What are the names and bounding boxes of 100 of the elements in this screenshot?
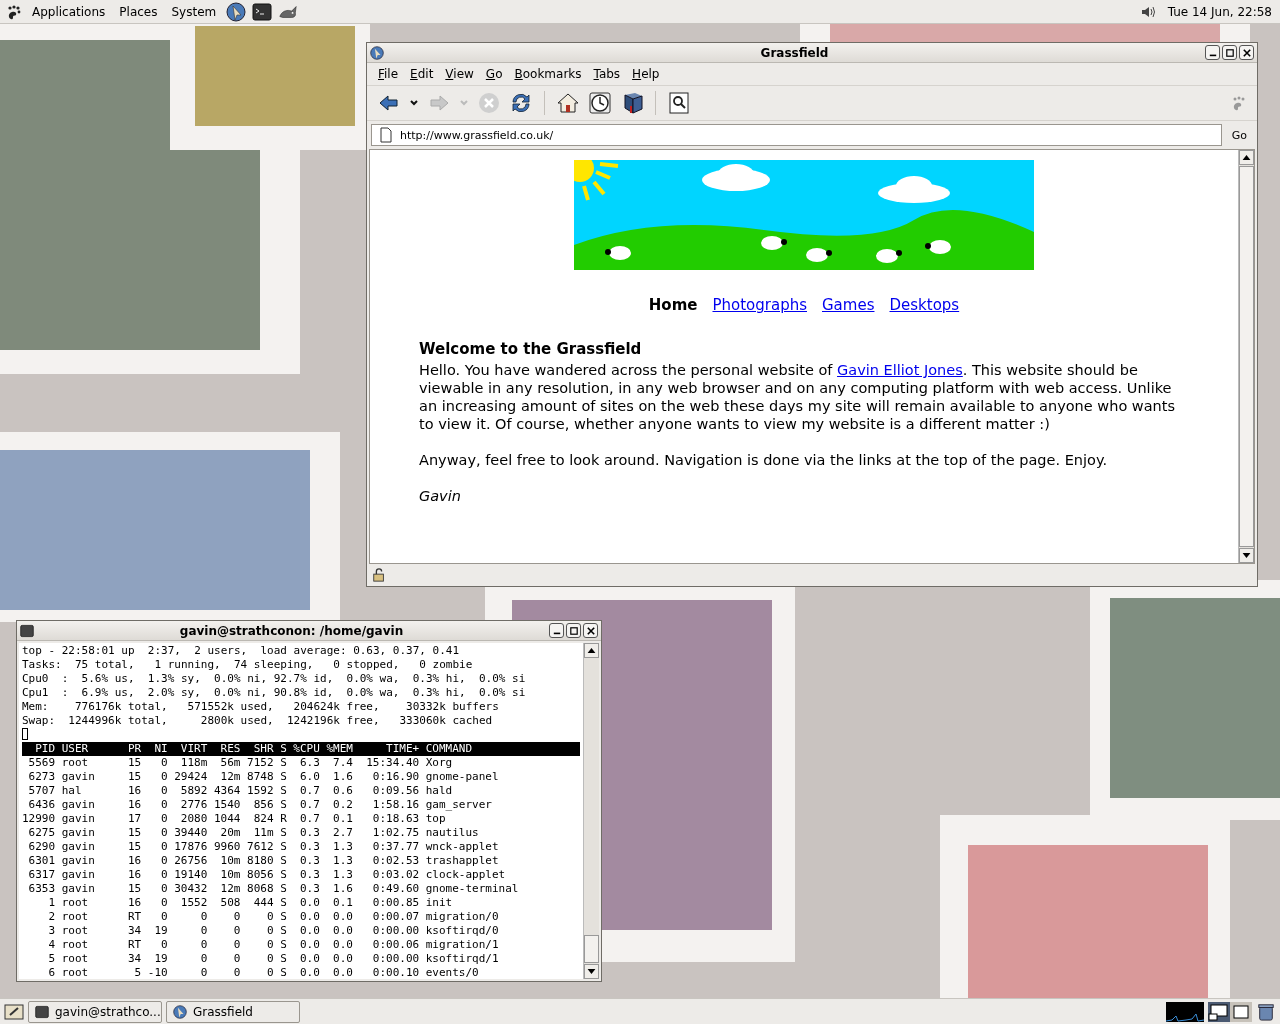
close-button[interactable] [583, 623, 598, 638]
table-cell-text: 10m [219, 868, 241, 882]
table-cell-text: 824 [252, 812, 274, 826]
terminal-line: Cpu1 : 6.9% us, 2.0% sy, 0.0% ni, 90.8% id, 0.0% wa, 0.3% hi, 0.0% si [22, 686, 527, 700]
table-cell-text: gavin [61, 826, 96, 840]
menu-item[interactable]: Edit [405, 67, 439, 81]
workspace-switcher-drawing[interactable] [1208, 1001, 1252, 1022]
table-cell-text: 0.0 [298, 910, 320, 924]
panel-menu[interactable]: System [167, 4, 221, 19]
menu-item[interactable]: Bookmarks [509, 67, 587, 81]
table-cell-text: root [61, 966, 90, 979]
table-cell: S [280, 896, 287, 910]
maximize-button[interactable] [1222, 45, 1237, 60]
table-cell: 19140 [174, 868, 208, 882]
maximize-button[interactable] [566, 623, 581, 638]
terminal-icon[interactable] [20, 623, 34, 638]
table-cell-text: 0.3 [298, 854, 320, 868]
table-cell-text: 0:00.07 [371, 910, 420, 924]
table-cell-text: 0 [232, 910, 241, 924]
go-button[interactable]: Go [1225, 126, 1253, 144]
table-cell-text: ksoftirqd/1 [425, 952, 500, 966]
table-cell-text: migration/0 [425, 910, 500, 924]
table-cell: S [280, 756, 287, 770]
clock[interactable]: Tue 14 Jun, 22:58 [1161, 4, 1274, 19]
table-cell-text: 0 [160, 756, 168, 770]
table-cell-text: 0 [160, 770, 168, 784]
table-cell-text: 856 [252, 798, 274, 812]
globe-icon[interactable] [226, 1, 247, 22]
table-cell-text: 0 [199, 910, 208, 924]
table-cell-text: 0.3 [298, 826, 320, 840]
panel-menu[interactable]: Places [115, 4, 162, 19]
table-cell-text: 0.0 [332, 924, 353, 938]
url-field[interactable]: http://www.grassfield.co.uk/ [371, 124, 1222, 146]
show-desktop-icon[interactable] [4, 1002, 24, 1021]
foot-icon[interactable] [6, 3, 22, 20]
table-cell-text: 0.7 [298, 798, 320, 812]
caret-icon[interactable] [409, 98, 419, 108]
menu-item[interactable]: Go [480, 67, 508, 81]
menu-item[interactable]: View [440, 67, 479, 81]
table-cell-text: 0 [265, 910, 274, 924]
terminal-line: Cpu0 : 5.6% us, 1.3% sy, 0.0% ni, 92.7% id, 0.0% wa, 0.3% hi, 0.0% si [22, 672, 527, 686]
nav-link[interactable]: Desktops [889, 296, 960, 314]
table-cell-text: wnck-applet [425, 840, 500, 854]
table-cell-text: 0 [160, 840, 168, 854]
panel-menu[interactable]: Applications [28, 4, 110, 19]
magnifier-page-icon[interactable] [667, 91, 691, 115]
nav-link[interactable]: Photographs [712, 296, 807, 314]
home-icon[interactable] [556, 91, 580, 115]
table-cell-text: 5569 [27, 756, 56, 770]
table-cell-text: 0 [265, 938, 274, 952]
table-cell-text: 0:49.60 [371, 882, 420, 896]
table-cell-text: 0.0 [298, 938, 320, 952]
table-cell-text: 0.0 [298, 896, 320, 910]
table-cell-text: 0.1 [332, 896, 353, 910]
column-header: VIRT [179, 742, 208, 756]
menu-item[interactable]: Tabs [588, 67, 626, 81]
globe-icon[interactable] [370, 45, 384, 60]
table-cell-text: 1.6 [332, 770, 353, 784]
column-header: RES [219, 742, 241, 756]
reload-icon[interactable] [509, 91, 533, 115]
table-cell: S [280, 924, 287, 938]
table-cell-text: 0:00.06 [371, 938, 420, 952]
nav-link[interactable]: Home [648, 296, 698, 314]
table-cell-text: 6273 [27, 770, 56, 784]
cpu-graph-drawing[interactable] [1166, 1001, 1204, 1022]
table-cell-text: gavin [61, 868, 96, 882]
nav-link[interactable]: Games [822, 296, 875, 314]
minimize-button[interactable] [549, 623, 564, 638]
minimize-button[interactable] [1205, 45, 1220, 60]
close-button[interactable] [1239, 45, 1254, 60]
table-cell-text: 16 [126, 896, 142, 910]
trash-icon[interactable] [1256, 1002, 1276, 1021]
scrollbar[interactable] [583, 643, 599, 979]
table-cell-text: 0:00.00 [371, 952, 420, 966]
table-cell-text: 0 [199, 924, 208, 938]
author-link[interactable]: Gavin Elliot Jones [837, 362, 963, 378]
table-cell-text: gavin [61, 882, 96, 896]
taskbar-button[interactable]: gavin@strathco... [28, 1000, 162, 1023]
padlock-icon[interactable] [372, 568, 386, 582]
table-cell-text: 16 [126, 854, 142, 868]
table-cell: S [280, 784, 287, 798]
table-cell-text: 0.3 [298, 840, 320, 854]
taskbar-button[interactable]: Grassfield [166, 1000, 300, 1023]
terminal-icon[interactable] [252, 1, 273, 22]
menu-item[interactable]: File [373, 67, 404, 81]
table-cell-text: init [425, 896, 454, 910]
clock-icon[interactable] [588, 91, 612, 115]
scrollbar-thumb[interactable] [584, 935, 599, 963]
table-cell-text: 1:02.75 [371, 826, 420, 840]
menu-item[interactable]: Help [627, 67, 665, 81]
table-cell-text: 0 [199, 966, 208, 979]
table-cell-text: 0 [232, 938, 241, 952]
table-cell-text: 15 [126, 770, 142, 784]
table-cell-text: 34 [126, 924, 142, 938]
table-cell-text: 56m [219, 756, 241, 770]
table-cell-text: 0 [160, 826, 168, 840]
table-cell-text: 12m [219, 770, 241, 784]
table-cell-text: 0.0 [298, 924, 320, 938]
table-cell-text: 1.6 [332, 882, 353, 896]
table-cell-text: 0.2 [332, 798, 353, 812]
